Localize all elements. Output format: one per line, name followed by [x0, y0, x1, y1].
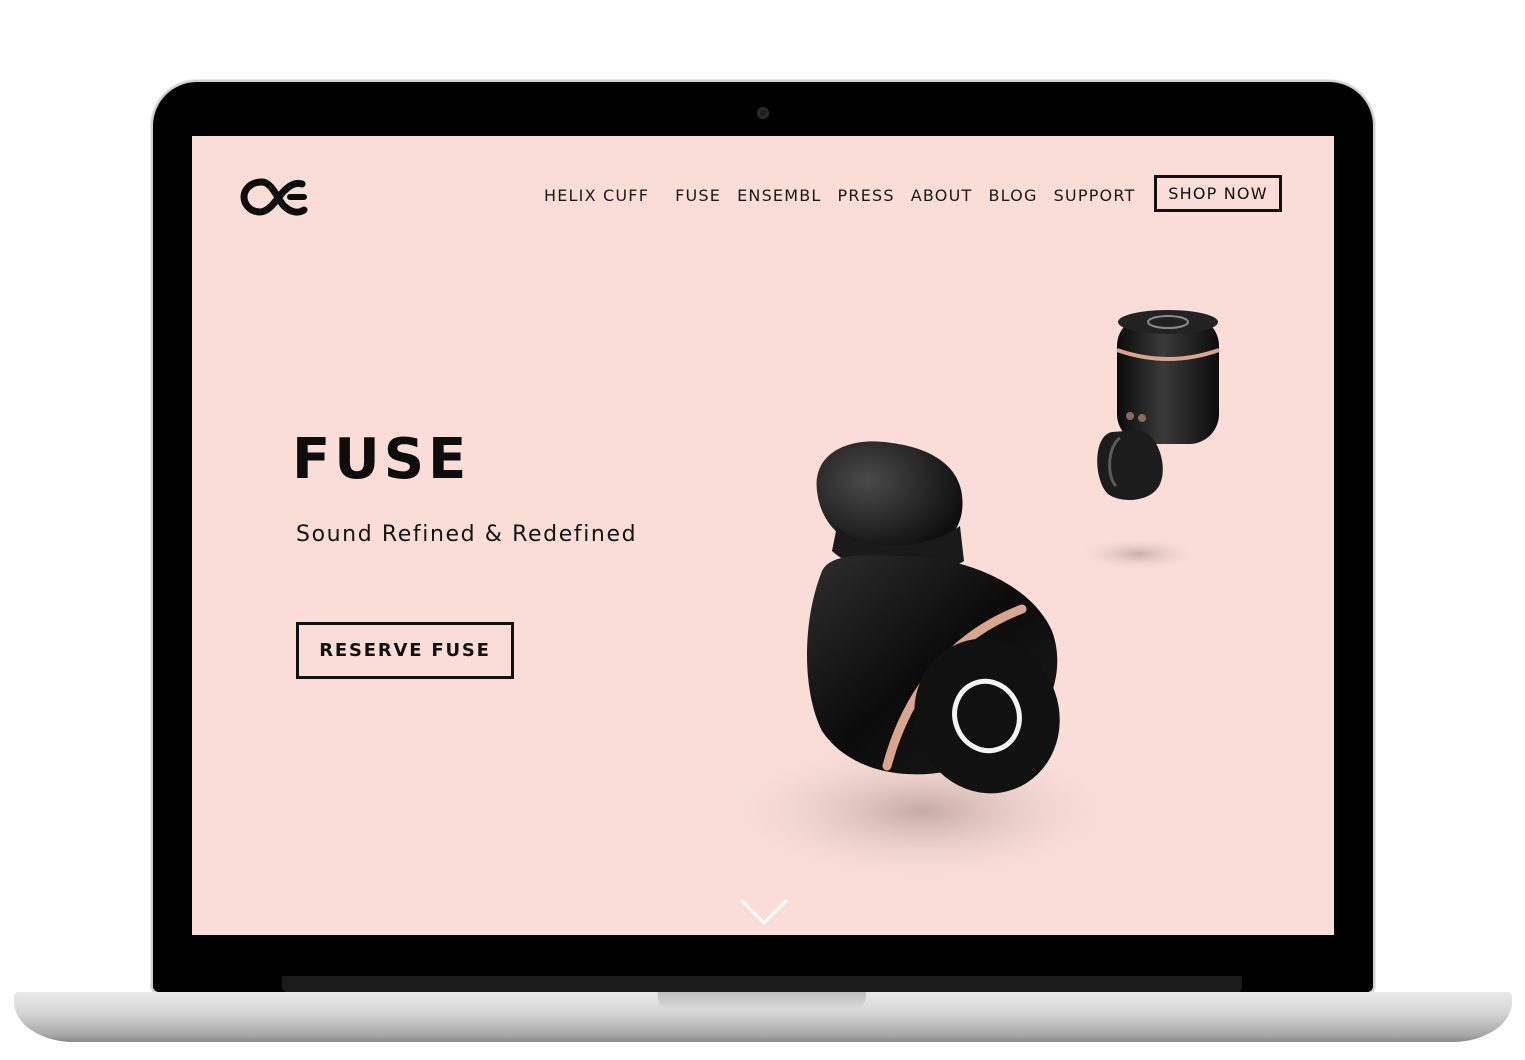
nav-about[interactable]: ABOUT — [911, 186, 973, 205]
oc-infinity-logo-icon[interactable] — [240, 174, 310, 220]
reserve-fuse-button[interactable]: RESERVE FUSE — [296, 622, 514, 679]
laptop-hinge — [282, 976, 1242, 992]
laptop-notch — [658, 992, 866, 1010]
website-screen: HELIX CUFF FUSE ENSEMBL PRESS ABOUT BLOG… — [192, 136, 1334, 935]
nav-helix-cuff[interactable]: HELIX CUFF — [544, 186, 649, 205]
nav-support[interactable]: SUPPORT — [1054, 186, 1136, 205]
nav-fuse[interactable]: FUSE — [675, 186, 721, 205]
main-nav: HELIX CUFF FUSE ENSEMBL PRESS ABOUT BLOG… — [544, 186, 1151, 205]
earbud-large-image — [722, 441, 1132, 886]
shop-now-button[interactable]: SHOP NOW — [1154, 175, 1282, 212]
webcam-icon — [757, 107, 769, 119]
nav-blog[interactable]: BLOG — [988, 186, 1037, 205]
nav-press[interactable]: PRESS — [838, 186, 895, 205]
hero-title: FUSE — [292, 427, 471, 492]
hero-subtitle: Sound Refined & Redefined — [296, 522, 638, 547]
chevron-down-icon[interactable] — [738, 896, 790, 928]
nav-ensembl[interactable]: ENSEMBL — [737, 186, 821, 205]
